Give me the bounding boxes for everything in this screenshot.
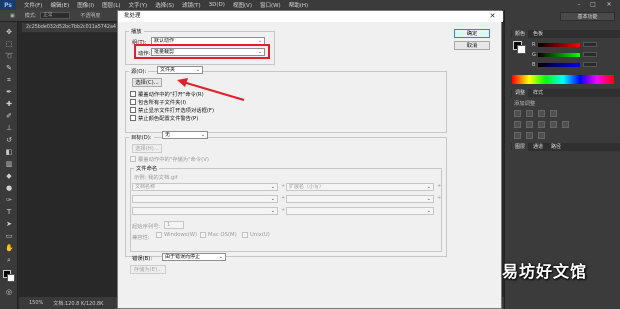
arrowhead-icon xyxy=(177,78,188,87)
arrow-line xyxy=(182,81,245,101)
watermark: 易坊好文馆 xyxy=(502,262,588,281)
